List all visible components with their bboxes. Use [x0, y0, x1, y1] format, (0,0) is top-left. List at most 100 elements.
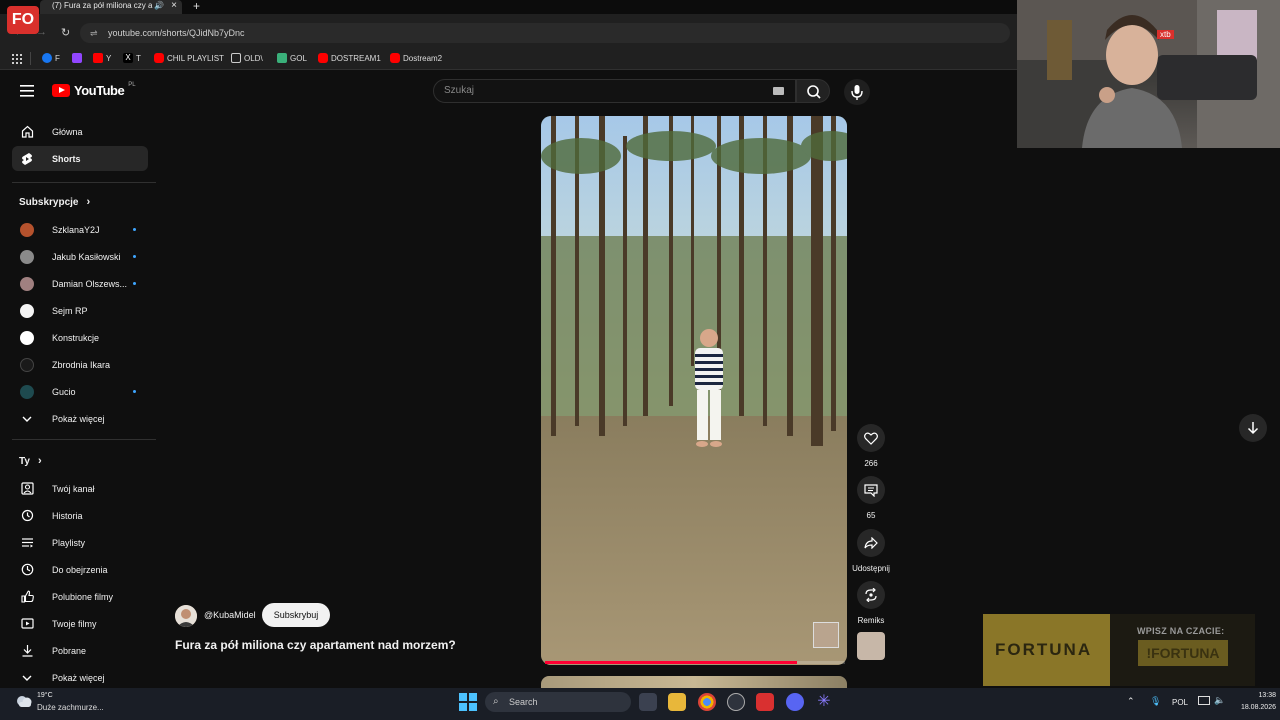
sidebar-item-subscription[interactable]: Sejm RP: [12, 298, 148, 323]
browser-tab[interactable]: (7) Fura za pół miliona czy a 🔊 ×: [40, 0, 182, 14]
youtube-logo[interactable]: YouTube PL: [52, 82, 136, 98]
short-video-player[interactable]: [541, 116, 847, 665]
bookmark-old[interactable]: OLD\: [231, 53, 263, 63]
gol-icon: [277, 53, 287, 63]
remix-label: Remiks: [857, 616, 885, 625]
sidebar-item-shorts[interactable]: Shorts: [12, 146, 148, 171]
task-view-icon[interactable]: [639, 693, 657, 711]
new-tab-button[interactable]: +: [193, 0, 200, 13]
channel-avatar: [20, 303, 34, 318]
home-icon: [20, 125, 34, 139]
sidebar-item-playlists[interactable]: Playlisty: [12, 530, 148, 555]
channel-avatar: [20, 330, 34, 345]
sidebar-item-subscription[interactable]: SzklanaY2J: [12, 217, 148, 242]
sidebar-item-subscription[interactable]: Damian Olszews...: [12, 271, 148, 296]
address-bar[interactable]: ⇌ youtube.com/shorts/QJidNb7yDnc: [80, 23, 1010, 43]
share-button[interactable]: [857, 529, 885, 557]
discord-icon[interactable]: [786, 693, 804, 711]
sidebar-item-history[interactable]: Historia: [12, 503, 148, 528]
you-heading[interactable]: Ty ›: [19, 455, 42, 467]
keyboard-icon[interactable]: [773, 87, 784, 95]
bookmark-chil-playlist[interactable]: CHIL PLAYLIST: [154, 53, 224, 63]
app-icon[interactable]: [756, 693, 774, 711]
youtube-icon: [93, 53, 103, 63]
tray-chevron-icon[interactable]: ⌃: [1127, 696, 1135, 707]
bookmark-y[interactable]: Y: [93, 53, 111, 63]
weather-cloud-icon[interactable]: [15, 694, 33, 708]
channel-avatar: [20, 222, 34, 237]
bookmark-t[interactable]: XT: [123, 53, 141, 63]
clock-date[interactable]: 18.08.2026: [1232, 704, 1276, 711]
sidebar-item-your-videos[interactable]: Twoje filmy: [12, 611, 148, 636]
new-content-dot: [133, 228, 136, 231]
start-button[interactable]: [459, 693, 477, 711]
app-icon[interactable]: [727, 693, 745, 711]
bookmark-gol[interactable]: GOL: [277, 53, 307, 63]
search-icon: [807, 85, 821, 99]
weather-temperature[interactable]: 19°C: [37, 692, 53, 699]
volume-icon[interactable]: 🔈: [1214, 695, 1225, 706]
site-info-icon[interactable]: ⇌: [90, 23, 98, 43]
sidebar-item-subscription[interactable]: Zbrodnia Ikara: [12, 352, 148, 377]
bookmark-dostream2[interactable]: Dostream2: [390, 53, 442, 63]
video-progress-bar[interactable]: [545, 661, 845, 664]
speaker-icon[interactable]: 🔊: [154, 0, 164, 12]
menu-icon[interactable]: [20, 85, 34, 97]
chevron-right-icon: ›: [86, 196, 91, 208]
sidebar-item-downloads[interactable]: Pobrane: [12, 638, 148, 663]
sidebar-item-subscription[interactable]: Jakub Kasiłowski: [12, 244, 148, 269]
sidebar-item-subscription[interactable]: Gucio: [12, 379, 148, 404]
bookmark-f[interactable]: F: [42, 53, 60, 63]
chevron-down-icon: [20, 412, 34, 426]
chevron-right-icon: ›: [37, 455, 42, 467]
sidebar-item-subscription[interactable]: Konstrukcje: [12, 325, 148, 350]
mic-tray-icon[interactable]: 🎙: [1150, 696, 1161, 707]
sidebar-divider: [12, 182, 156, 183]
reload-icon[interactable]: ↻: [61, 26, 70, 39]
bookmark-dostream1[interactable]: DOSTREAM1: [318, 53, 381, 63]
chrome-icon[interactable]: [698, 693, 716, 711]
weather-description[interactable]: Duże zachmurze...: [37, 703, 104, 712]
sidebar-item-home[interactable]: Główna: [12, 119, 148, 144]
subscribe-button[interactable]: Subskrybuj: [262, 603, 330, 627]
mic-icon: [851, 85, 863, 100]
channel-avatar: [20, 249, 34, 264]
playlists-icon: [20, 536, 34, 550]
next-short-button[interactable]: [1239, 414, 1267, 442]
file-explorer-icon[interactable]: [668, 693, 686, 711]
sidebar-item-watch-later[interactable]: Do obejrzenia: [12, 557, 148, 582]
apps-grid-icon[interactable]: [12, 54, 22, 64]
tab-title: (7) Fura za pół miliona czy a: [52, 1, 153, 10]
taskbar-search[interactable]: ⌕ Search: [485, 692, 631, 712]
voice-search-button[interactable]: [844, 79, 870, 105]
network-icon[interactable]: [1198, 696, 1210, 705]
search-button[interactable]: [796, 79, 830, 103]
clock-time[interactable]: 13:38: [1240, 692, 1276, 699]
sidebar-item-liked-videos[interactable]: Polubione filmy: [12, 584, 148, 609]
x-icon: X: [123, 53, 133, 63]
share-icon: [864, 537, 878, 549]
subscriptions-heading[interactable]: Subskrypcje ›: [19, 196, 90, 208]
comments-button[interactable]: [857, 476, 885, 504]
next-short-preview[interactable]: [541, 676, 847, 688]
sound-avatar[interactable]: [857, 632, 885, 660]
youtube-play-icon: [52, 84, 70, 97]
remix-button[interactable]: [857, 581, 885, 609]
sidebar-item-your-channel[interactable]: Twój kanał: [12, 476, 148, 501]
channel-avatar[interactable]: [175, 605, 197, 627]
close-tab-icon[interactable]: ×: [171, 0, 177, 12]
like-button[interactable]: [857, 424, 885, 452]
progress-fill: [545, 661, 797, 664]
youtube-icon: [318, 53, 328, 63]
sidebar-divider: [12, 439, 156, 440]
bookmark-twitch[interactable]: [72, 53, 85, 63]
app-star-icon[interactable]: ✳: [815, 693, 833, 711]
show-more-subscriptions[interactable]: Pokaż więcej: [12, 406, 148, 431]
channel-name[interactable]: @KubaMidel: [204, 610, 256, 620]
show-more-you[interactable]: Pokaż więcej: [12, 665, 148, 690]
input-language[interactable]: POL: [1172, 698, 1188, 707]
search-input[interactable]: Szukaj: [433, 79, 796, 103]
remix-icon: [865, 588, 877, 602]
video-frame: [541, 116, 847, 665]
stream-logo: FO: [7, 6, 39, 34]
